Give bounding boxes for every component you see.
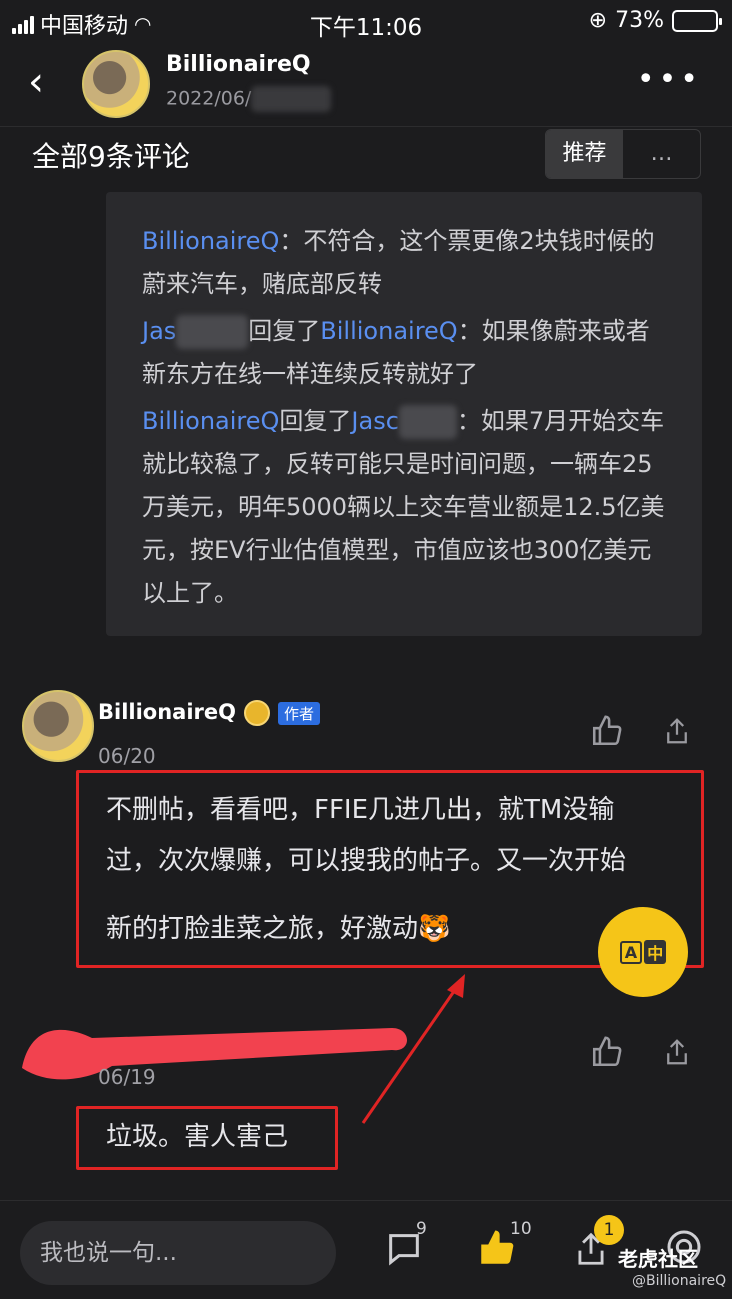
sort-toggle: 推荐 … bbox=[545, 129, 701, 179]
reply-item: BillionaireQ：不符合，这个票更像2块钱时候的蔚来汽车，赌底部反转 bbox=[142, 220, 666, 306]
post-header: ‹ BillionaireQ 2022/06/ ••• bbox=[0, 44, 732, 126]
thumbs-up-icon[interactable] bbox=[590, 714, 624, 755]
reply-separator: ： bbox=[456, 407, 481, 435]
share-badge: 1 bbox=[594, 1215, 624, 1245]
share-icon[interactable] bbox=[662, 714, 692, 755]
post-date: 2022/06/ bbox=[166, 86, 332, 112]
comment-count: 9 bbox=[416, 1219, 427, 1239]
commenter-name-block: BillionaireQ 作者 bbox=[98, 700, 321, 726]
more-options-icon[interactable]: ••• bbox=[637, 62, 702, 97]
commenter-name[interactable]: BillionaireQ bbox=[98, 700, 236, 724]
comment-date: 06/20 bbox=[98, 744, 156, 768]
brand-watermark: 老虎社区 bbox=[618, 1247, 698, 1271]
translate-button[interactable]: A 中 bbox=[598, 907, 688, 997]
comment-date: 06/19 bbox=[98, 1065, 156, 1089]
battery-percent: 73% bbox=[615, 8, 664, 33]
translate-icon-source: A bbox=[619, 940, 643, 964]
redacted-username bbox=[398, 405, 457, 439]
comment-text: 垃圾。害人害己 bbox=[106, 1122, 289, 1152]
comment-input[interactable]: 我也说一句... bbox=[20, 1221, 336, 1285]
author-badge: 作者 bbox=[278, 701, 321, 725]
reply-separator: ： bbox=[457, 317, 482, 345]
rotation-lock-icon: ⊕ bbox=[588, 8, 608, 33]
author-name[interactable]: BillionaireQ bbox=[166, 52, 311, 77]
battery-status: ⊕ 73% bbox=[588, 8, 722, 33]
tiger-emoji-icon: 🐯 bbox=[418, 914, 451, 944]
translate-icon: A 中 bbox=[619, 940, 667, 964]
reply-target[interactable]: Jasc bbox=[351, 407, 398, 435]
commenter-avatar[interactable] bbox=[22, 690, 94, 762]
comment-line: 过，次次爆赚，可以搜我的帖子。又一次开始 bbox=[106, 846, 627, 876]
reply-separator: ： bbox=[279, 227, 304, 255]
comments-section-header: 全部9条评论 推荐 … bbox=[0, 126, 732, 190]
battery-icon bbox=[672, 9, 722, 32]
coin-badge-icon bbox=[244, 700, 270, 726]
redaction-scribble bbox=[22, 1028, 407, 1080]
thumbs-up-icon[interactable] bbox=[590, 1035, 624, 1076]
author-avatar[interactable] bbox=[82, 50, 150, 118]
status-bar: 中国移动 ◠ 下午11:06 ⊕ 73% bbox=[0, 0, 732, 44]
handle-watermark: @BillionaireQ bbox=[632, 1273, 727, 1289]
redacted-date bbox=[251, 86, 332, 112]
like-count: 10 bbox=[510, 1219, 532, 1239]
reply-item: Jas 回复了BillionaireQ：如果像蔚来或者新东方在线一样连续反转就好了 bbox=[142, 310, 666, 396]
reply-thread: BillionaireQ：不符合，这个票更像2块钱时候的蔚来汽车，赌底部反转 J… bbox=[106, 192, 702, 636]
reply-mid: 回复了 bbox=[248, 317, 321, 345]
comment-line: 不删帖，看看吧，FFIE几进几出，就TM没输 bbox=[106, 795, 615, 825]
reply-user[interactable]: Jas bbox=[142, 317, 176, 345]
comments-count-title: 全部9条评论 bbox=[32, 140, 190, 173]
sort-more-tab[interactable]: … bbox=[623, 130, 700, 178]
comment-line: 新的打脸韭菜之旅，好激动 bbox=[106, 914, 419, 944]
reply-item: BillionaireQ回复了Jasc ：如果7月开始交车就比较稳了，反转可能只是… bbox=[142, 400, 666, 615]
post-date-text: 2022/06/ bbox=[166, 87, 252, 110]
share-icon[interactable] bbox=[662, 1035, 692, 1076]
redacted-username bbox=[176, 315, 249, 349]
sort-recommended-tab[interactable]: 推荐 bbox=[546, 130, 623, 178]
reply-user[interactable]: BillionaireQ bbox=[142, 407, 279, 435]
back-icon[interactable]: ‹ bbox=[28, 62, 44, 102]
bottom-action-bar: 我也说一句... 9 10 1 老虎社区 @BillionaireQ bbox=[0, 1200, 732, 1299]
reply-mid: 回复了 bbox=[279, 407, 352, 435]
translate-icon-target: 中 bbox=[644, 940, 667, 964]
reply-target[interactable]: BillionaireQ bbox=[320, 317, 457, 345]
reply-user[interactable]: BillionaireQ bbox=[142, 227, 279, 255]
